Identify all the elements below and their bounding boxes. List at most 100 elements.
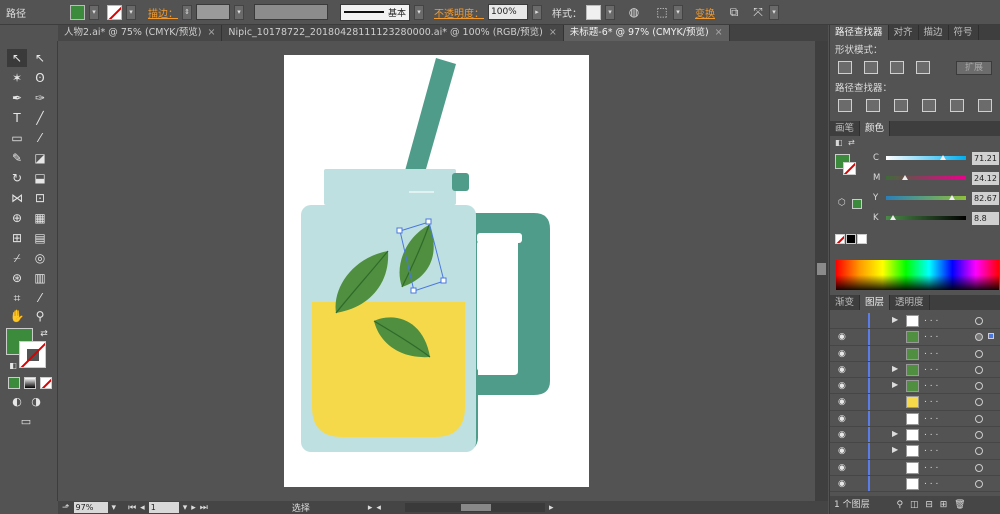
target-icon[interactable] (975, 365, 983, 374)
new-layer-icon[interactable]: ⊞ (940, 500, 948, 510)
target-icon[interactable] (975, 317, 983, 325)
trim-icon[interactable] (866, 99, 880, 112)
artboard[interactable] (284, 55, 589, 487)
variable-width-profile[interactable] (254, 4, 328, 20)
line-tool-icon[interactable]: ╱ (30, 109, 50, 127)
visibility-eye-icon[interactable]: ◉ (838, 381, 846, 391)
magic-wand-tool-icon[interactable]: ✶ (7, 69, 27, 87)
chevron-down-icon[interactable]: ▾ (183, 503, 188, 513)
layer-name[interactable]: . . . (924, 444, 938, 454)
tab-color[interactable]: 颜色 (860, 121, 891, 136)
unite-icon[interactable] (838, 61, 852, 74)
doc-tab-3-active[interactable]: 未标题-6* @ 97% (CMYK/预览) × (563, 25, 730, 41)
fill-dropdown[interactable]: ▾ (89, 4, 99, 20)
rotate-tool-icon[interactable]: ↻ (7, 169, 27, 187)
prev-artboard-icon[interactable]: ◂ (140, 503, 145, 513)
intersect-icon[interactable] (890, 61, 904, 74)
visibility-eye-icon[interactable]: ◉ (838, 430, 846, 440)
target-icon[interactable] (975, 479, 983, 488)
target-icon[interactable] (975, 349, 983, 358)
zoom-select[interactable]: 97% (73, 502, 108, 513)
layer-name[interactable]: . . . (924, 461, 938, 471)
channel-slider[interactable] (886, 216, 966, 220)
expand-arrow-icon[interactable]: ▶ (892, 315, 898, 324)
transform-each-icon[interactable]: ⤧ (751, 5, 765, 19)
transform-link[interactable]: 变换 (695, 5, 715, 20)
crop-icon[interactable] (922, 99, 936, 112)
target-icon[interactable] (975, 382, 983, 391)
layer-row[interactable]: ◉ ▶ . . . (830, 443, 1000, 460)
close-icon[interactable]: × (549, 25, 557, 41)
gradient-tool-icon[interactable]: ▤ (30, 229, 50, 247)
artboard-nav-icon[interactable]: ⬏ (62, 503, 70, 513)
layer-row[interactable]: ▶ . . . (830, 313, 1000, 330)
doc-tab-1[interactable]: 人物2.ai* @ 75% (CMYK/预览) × (58, 25, 223, 41)
layer-row[interactable]: ◉ . . . (830, 394, 1000, 411)
opacity-label[interactable]: 不透明度： (434, 5, 484, 20)
next-artboard-icon[interactable]: ▸ (191, 503, 196, 513)
minus-front-icon[interactable] (864, 61, 878, 74)
layer-row[interactable]: ◉ . . . (830, 459, 1000, 476)
zoom-tool-icon[interactable]: ⚲ (30, 307, 50, 325)
new-sublayer-icon[interactable]: ⊟ (925, 500, 933, 510)
layer-row[interactable]: ◉ . . . (830, 475, 1000, 493)
layer-row[interactable]: ◉ . . . (830, 329, 1000, 346)
rectangle-tool-icon[interactable]: ▭ (7, 129, 27, 147)
layer-row[interactable]: ◉ . . . (830, 345, 1000, 362)
graphic-style-swatch[interactable] (586, 4, 601, 20)
layer-row[interactable]: ◉ ▶ . . . (830, 427, 1000, 444)
lasso-tool-icon[interactable]: ʘ (30, 69, 50, 87)
eyedropper-tool-icon[interactable]: ⌿ (7, 249, 27, 267)
tab-pathfinder[interactable]: 路径查找器 (830, 25, 889, 40)
close-icon[interactable]: × (207, 25, 215, 41)
divide-icon[interactable] (838, 99, 852, 112)
swap-colors-icon[interactable]: ⇄ (848, 138, 855, 147)
default-colors-icon[interactable]: ◧ (835, 138, 843, 147)
scale-tool-icon[interactable]: ⬓ (30, 169, 50, 187)
horizontal-scrollbar[interactable] (404, 503, 545, 512)
gradient-mode-icon[interactable] (24, 377, 36, 389)
channel-value-input[interactable]: 82.67 (972, 191, 999, 205)
channel-slider[interactable] (886, 176, 966, 180)
draw-behind-icon[interactable]: ◑ (26, 393, 46, 411)
tab-stroke[interactable]: 描边 (919, 25, 949, 40)
target-icon[interactable] (975, 398, 983, 407)
visibility-eye-icon[interactable]: ◉ (838, 397, 846, 407)
expand-button[interactable]: 扩展 (956, 61, 992, 75)
doc-tab-2[interactable]: Nipic_10178722_20180428111123280000.ai* … (222, 25, 564, 41)
slider-knob[interactable] (939, 155, 946, 160)
status-menu-icon[interactable]: ▸ (368, 503, 373, 513)
default-colors-icon[interactable]: ◧ (3, 357, 23, 375)
screen-mode-icon[interactable]: ▭ (16, 413, 36, 431)
tab-brushes[interactable]: 画笔 (830, 121, 861, 136)
artboard-tool-icon[interactable]: ⌗ (7, 289, 27, 307)
layer-row[interactable]: ◉ ▶ . . . (830, 361, 1000, 379)
none-mode-icon[interactable] (40, 377, 52, 389)
visibility-eye-icon[interactable]: ◉ (838, 414, 846, 424)
stroke-swatch[interactable] (107, 4, 122, 20)
stroke-weight-stepper[interactable]: ⇕ (182, 4, 192, 20)
graph-tool-icon[interactable]: ▥ (30, 269, 50, 287)
stroke-weight-label[interactable]: 描边： (148, 5, 178, 20)
tab-layers[interactable]: 图层 (860, 295, 891, 310)
jar-lid-shape[interactable] (324, 169, 456, 205)
scroll-right-icon[interactable]: ▸ (549, 503, 554, 513)
channel-value-input[interactable]: 71.21 (972, 151, 999, 165)
slider-knob[interactable] (890, 215, 897, 220)
visibility-eye-icon[interactable]: ◉ (838, 332, 846, 342)
channel-value-input[interactable]: 24.12 (972, 171, 999, 185)
selection-tool-icon[interactable]: ↖ (7, 49, 27, 67)
fill-swatch[interactable] (70, 4, 85, 20)
expand-arrow-icon[interactable]: ▶ (892, 445, 898, 454)
recolor-artwork-icon[interactable]: ◍ (627, 5, 641, 19)
slider-knob[interactable] (949, 195, 956, 200)
stroke-weight-dropdown[interactable]: ▾ (234, 4, 244, 20)
stroke-weight-input[interactable] (196, 4, 230, 20)
channel-slider[interactable] (886, 156, 966, 160)
draw-mode-icon[interactable]: ◐ (7, 393, 27, 411)
scrollbar-thumb[interactable] (460, 504, 491, 511)
clipping-mask-icon[interactable]: ◫ (910, 500, 919, 510)
minus-back-icon[interactable] (978, 99, 992, 112)
slider-knob[interactable] (902, 175, 909, 180)
mesh-tool-icon[interactable]: ⊞ (7, 229, 27, 247)
